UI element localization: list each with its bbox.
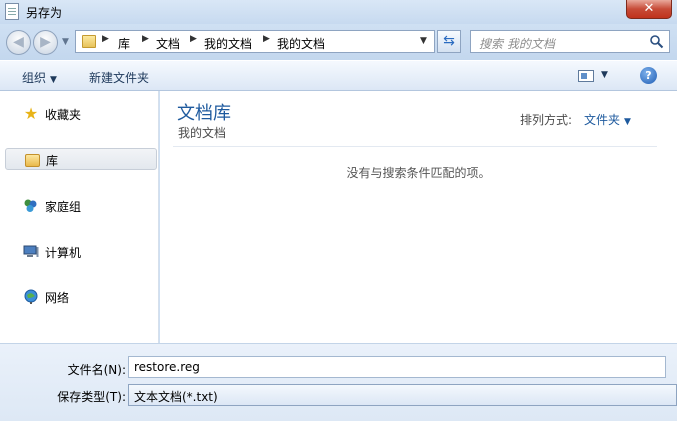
filetype-value: 文本文档(*.txt) [134,390,218,404]
search-box[interactable]: 搜索 我的文档 [470,30,670,53]
view-options-icon[interactable] [578,70,594,82]
address-bar[interactable]: ▶ 库 ▶ 文档 ▶ 我的文档 ▶ 我的文档 ▼ [75,30,435,53]
close-button[interactable]: ✕ [626,0,672,19]
back-button[interactable]: ◀ [6,30,31,55]
network-icon [24,289,38,304]
favorites-star-icon: ★ [23,104,39,123]
breadcrumb-separator-icon[interactable]: ▶ [142,34,149,44]
breadcrumb-separator-icon[interactable]: ▶ [190,34,197,44]
nav-item-label: 网络 [45,291,70,305]
title-bar: 另存为 ✕ [0,0,677,24]
nav-item-favorites[interactable]: ★ 收藏夹 [5,103,157,125]
save-options-panel: 文件名(N): 保存类型(T): 文本文档(*.txt) [0,343,677,421]
nav-item-label: 收藏夹 [45,108,82,122]
nav-item-label: 库 [46,154,59,168]
organize-button[interactable]: 组织 ▼ [22,69,57,86]
breadcrumb-separator-icon[interactable]: ▶ [263,34,270,44]
arrange-by-value: 文件夹 [584,113,621,127]
nav-item-library[interactable]: 库 [5,148,157,170]
library-folder-icon [25,154,40,167]
library-title: 文档库 [177,103,231,124]
command-toolbar: 组织 ▼ 新建文件夹 ▼ ? [0,60,677,91]
breadcrumb-documents[interactable]: 文档 [156,35,180,52]
refresh-icon: ⇆ [443,33,455,49]
forward-arrow-icon: ▶ [40,34,51,50]
back-arrow-icon: ◀ [13,34,24,50]
folder-icon [82,35,96,48]
filename-label: 文件名(N): [67,363,126,377]
filetype-label: 保存类型(T): [57,390,126,404]
nav-item-homegroup[interactable]: 家庭组 [5,195,157,217]
document-icon [5,3,19,20]
address-dropdown-icon[interactable]: ▼ [420,36,427,46]
library-subtitle: 我的文档 [178,126,227,140]
arrange-by-label: 排列方式: [520,113,573,127]
breadcrumb-my-documents[interactable]: 我的文档 [204,35,252,52]
organize-label: 组织 [22,71,47,85]
breadcrumb-library[interactable]: 库 [118,35,130,52]
chevron-down-icon: ▼ [624,117,631,127]
breadcrumb-separator-icon[interactable]: ▶ [102,34,109,44]
refresh-button[interactable]: ⇆ [437,30,461,53]
forward-button[interactable]: ▶ [33,30,58,55]
nav-item-computer[interactable]: 计算机 [5,241,157,263]
help-icon[interactable]: ? [640,67,657,84]
chevron-down-icon: ▼ [50,75,57,85]
computer-icon [23,245,39,257]
search-input[interactable]: 搜索 我的文档 [479,35,555,52]
empty-results-message: 没有与搜索条件匹配的项。 [346,166,491,180]
arrange-by-dropdown[interactable]: 文件夹 ▼ [584,111,631,128]
search-icon[interactable] [649,34,664,49]
breadcrumb-my-documents-current[interactable]: 我的文档 [277,35,325,52]
nav-item-label: 家庭组 [45,200,82,214]
window-title: 另存为 [26,6,63,20]
navigation-row: ◀ ▶ ▼ ▶ 库 ▶ 文档 ▶ 我的文档 ▶ 我的文档 ▼ ⇆ 搜索 我的文档 [0,24,677,60]
file-list-pane: 文档库 我的文档 排列方式: 文件夹 ▼ 没有与搜索条件匹配的项。 [160,91,677,343]
nav-item-network[interactable]: 网络 [5,286,157,308]
filename-input[interactable] [128,356,666,378]
filetype-select[interactable]: 文本文档(*.txt) [128,384,677,406]
divider [173,146,657,147]
homegroup-icon [24,199,37,212]
new-folder-button[interactable]: 新建文件夹 [89,69,149,86]
nav-item-label: 计算机 [45,246,82,260]
recent-locations-dropdown[interactable]: ▼ [62,37,69,47]
view-dropdown-icon[interactable]: ▼ [601,70,608,80]
navigation-pane: ★ 收藏夹 库 家庭组 计算机 网络 [0,91,159,343]
